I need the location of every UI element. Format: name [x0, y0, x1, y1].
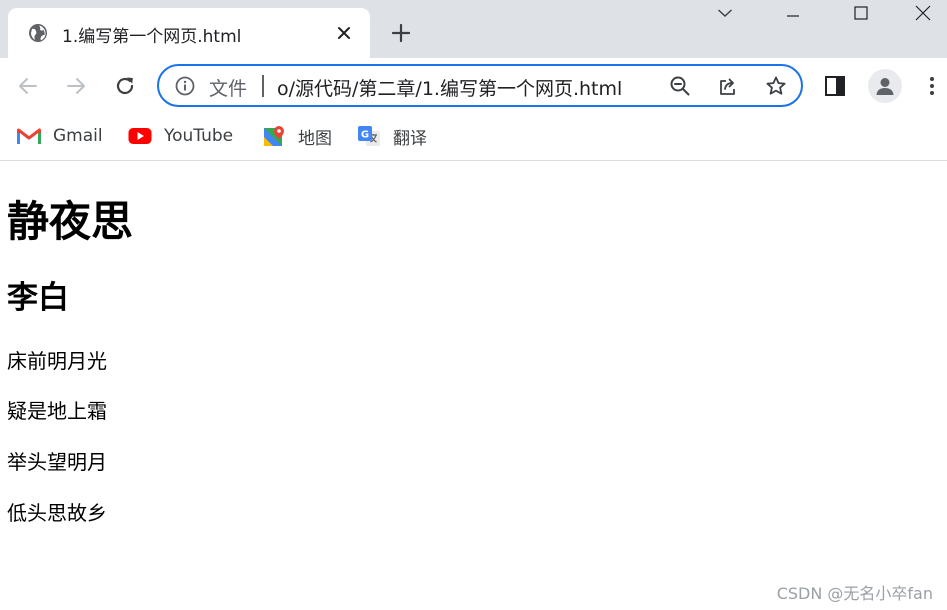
browser-toolbar: 文件 o/源代码/第二章/1.编写第一个网页.html: [0, 58, 947, 114]
browser-tab-active[interactable]: 1.编写第一个网页.html: [8, 8, 370, 58]
omnibox-separator: [262, 75, 264, 97]
bookmark-label: YouTube: [164, 126, 234, 146]
url-truncated-prefix: o: [277, 78, 289, 100]
bookmark-gmail[interactable]: Gmail: [17, 123, 103, 149]
new-tab-plus-icon[interactable]: [388, 20, 414, 46]
bookmark-label: Gmail: [53, 126, 103, 146]
window-close-icon[interactable]: [900, 0, 946, 26]
url-path: /源代码/第二章/1.编写第一个网页.html: [288, 78, 623, 100]
zoom-out-icon[interactable]: [668, 74, 692, 98]
share-icon[interactable]: [716, 74, 740, 98]
more-menu-icon[interactable]: [922, 74, 942, 98]
reload-icon[interactable]: [111, 72, 139, 100]
bookmark-label: 翻译: [393, 128, 427, 149]
poem-line: 疑是地上霜: [7, 399, 107, 423]
gmail-icon: [17, 126, 41, 146]
bookmark-star-icon[interactable]: [764, 74, 788, 98]
address-bar[interactable]: 文件 o/源代码/第二章/1.编写第一个网页.html: [157, 64, 803, 107]
page-title: 静夜思: [7, 197, 134, 246]
tab-title: 1.编写第一个网页.html: [62, 27, 242, 47]
back-arrow-icon[interactable]: [14, 72, 42, 100]
security-chip-label: 文件: [209, 78, 248, 100]
window-maximize-icon[interactable]: [838, 0, 884, 26]
svg-text:G: G: [361, 130, 369, 141]
side-panel-icon[interactable]: [823, 74, 847, 98]
poem-line: 举头望明月: [7, 450, 107, 474]
forward-arrow-icon[interactable]: [62, 72, 90, 100]
tab-search-chevron-icon[interactable]: [702, 0, 748, 26]
page-content: 静夜思 李白 床前明月光 疑是地上霜 举头望明月 低头思故乡: [7, 162, 937, 602]
globe-icon: [28, 23, 48, 43]
bookmarks-bar: Gmail YouTube 地图 G 翻译: [0, 114, 947, 161]
bookmark-label: 地图: [298, 128, 332, 149]
poem-line: 床前明月光: [7, 349, 107, 373]
tab-strip: 1.编写第一个网页.html: [0, 0, 947, 58]
window-minimize-icon[interactable]: [770, 0, 816, 26]
tab-close-icon[interactable]: [332, 21, 356, 45]
youtube-icon: [128, 126, 152, 146]
bookmark-youtube[interactable]: YouTube: [128, 123, 233, 149]
site-info-icon[interactable]: [175, 76, 195, 96]
profile-avatar-icon[interactable]: [868, 69, 902, 103]
bookmark-translate[interactable]: G 翻译: [357, 123, 427, 149]
maps-icon: [262, 126, 286, 146]
poem-author: 李白: [7, 280, 69, 316]
translate-icon: G: [357, 126, 381, 146]
bookmark-maps[interactable]: 地图: [262, 123, 332, 149]
poem-line: 低头思故乡: [7, 501, 107, 525]
url-text[interactable]: o/源代码/第二章/1.编写第一个网页.html: [277, 74, 652, 101]
csdn-watermark: CSDN @无名小卒fan: [776, 584, 933, 603]
